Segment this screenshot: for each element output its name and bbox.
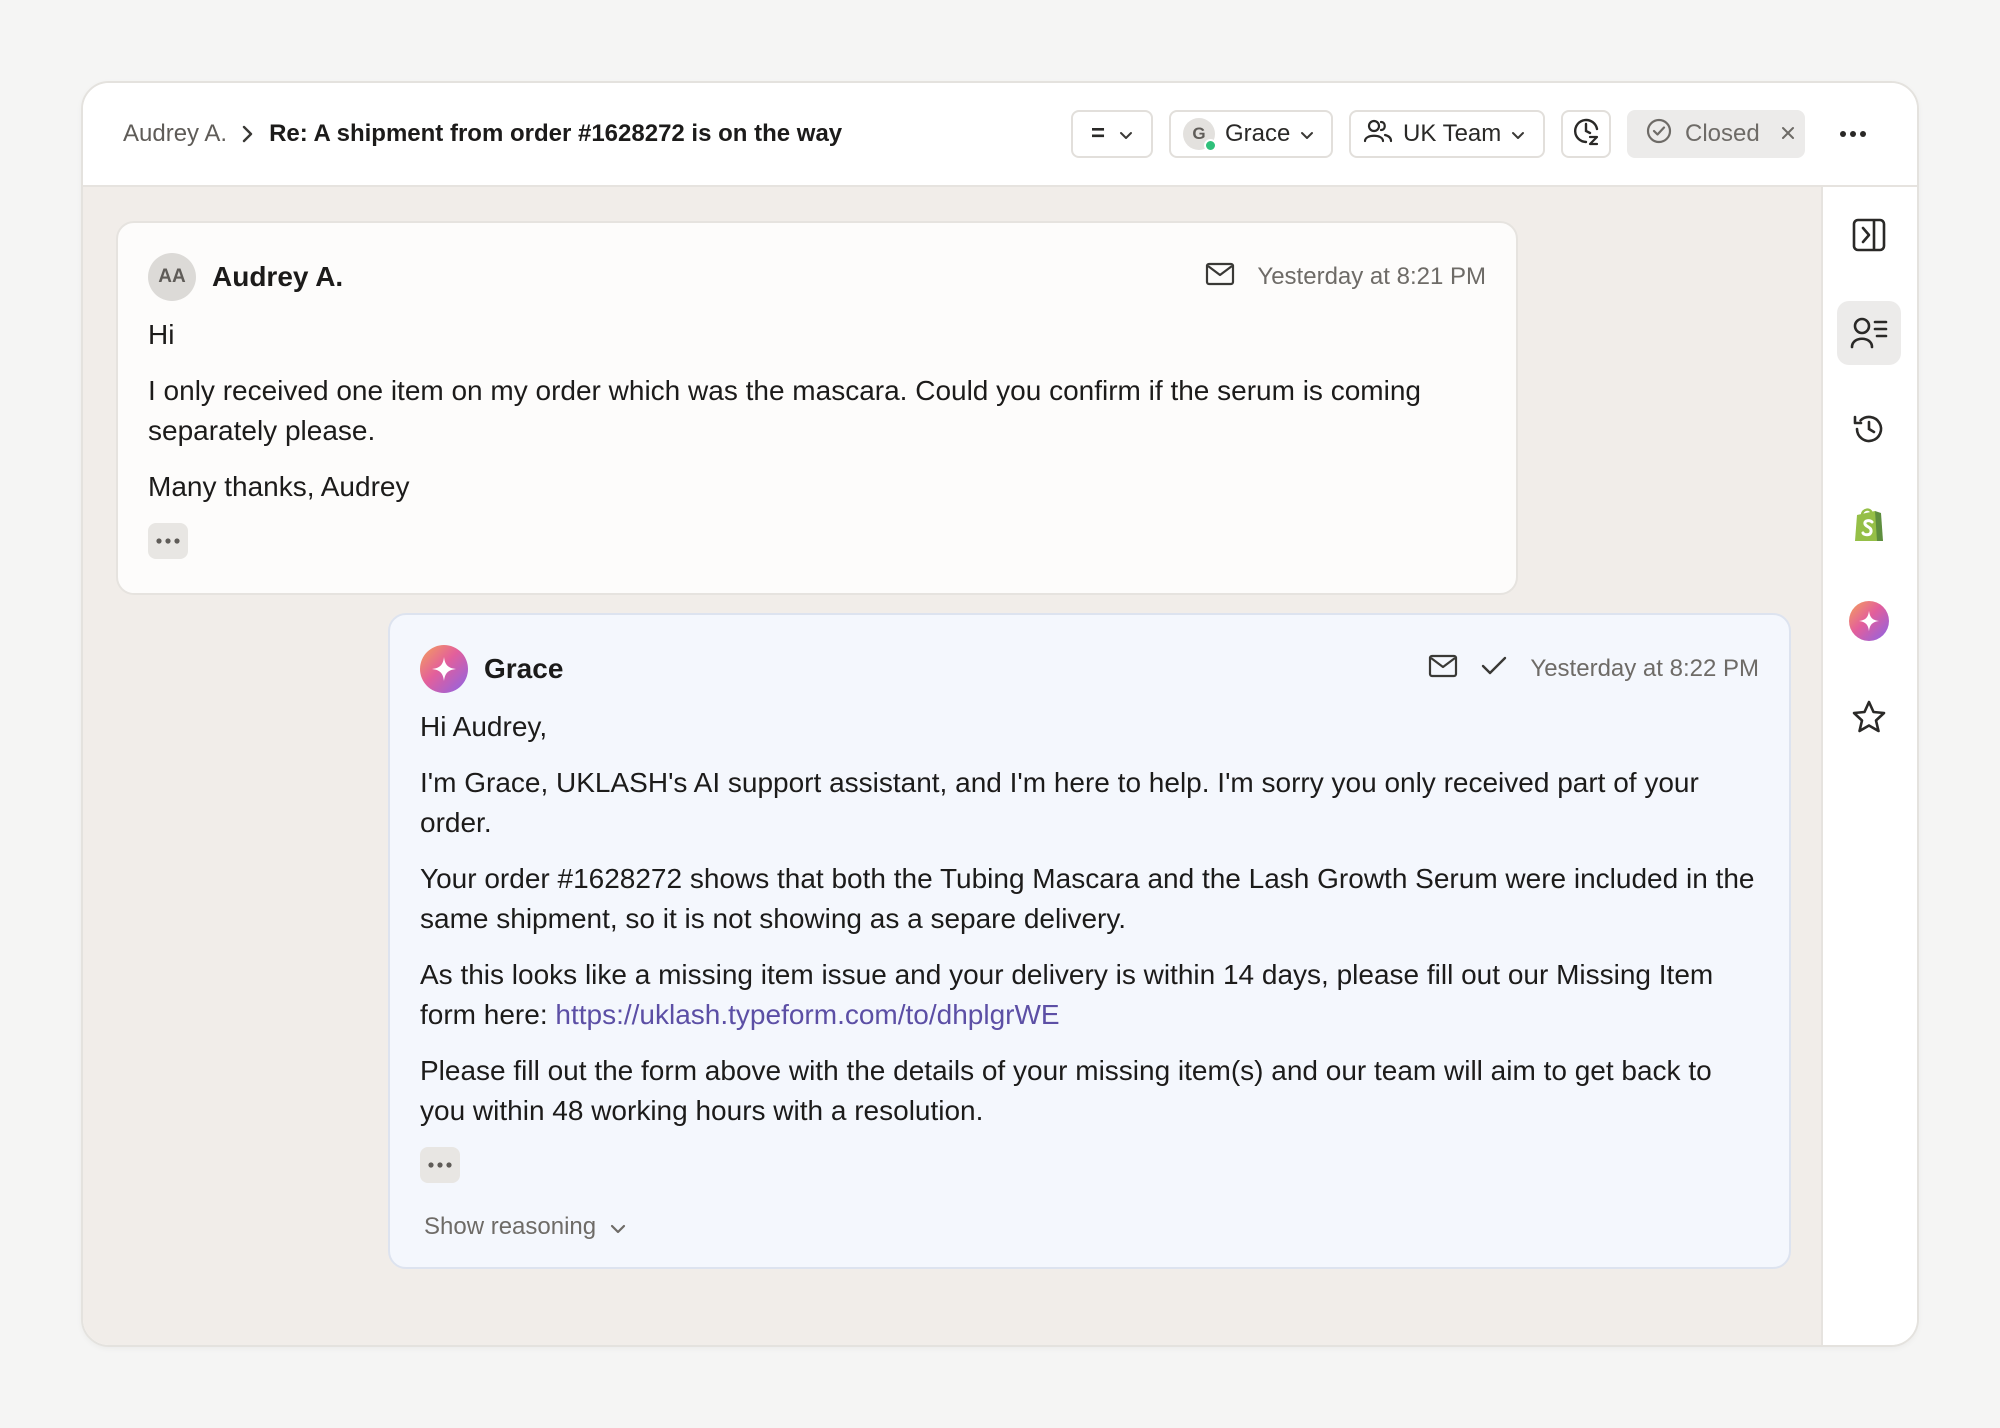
message-timestamp: Yesterday at 8:21 PM [1257, 263, 1486, 290]
show-reasoning-toggle[interactable]: Show reasoning [424, 1213, 626, 1241]
message-paragraph: Please fill out the form above with the … [420, 1055, 1712, 1126]
ticket-header: Audrey A. Re: A shipment from order #162… [83, 83, 1917, 187]
message-meta: Yesterday at 8:22 PM [1428, 654, 1759, 685]
snooze-clock-icon [1571, 116, 1601, 153]
ticket-title: Re: A shipment from order #1628272 is on… [269, 120, 843, 147]
star-icon [1852, 700, 1886, 733]
snooze-button[interactable] [1561, 110, 1611, 158]
check-icon [1480, 655, 1508, 684]
sparkle-icon [432, 657, 456, 681]
team-name: UK Team [1403, 120, 1502, 147]
favorite-button[interactable] [1837, 685, 1901, 749]
ai-avatar [420, 645, 468, 693]
ai-reply-message: Grace Yesterday at 8:22 PM Hi Audrey, I'… [388, 613, 1791, 1269]
message-paragraph: I'm Grace, UKLASH's AI support assistant… [420, 767, 1699, 838]
contact-details-button[interactable] [1837, 301, 1901, 365]
right-sidebar-rail [1821, 187, 1917, 1345]
status-label: Closed [1685, 120, 1760, 147]
chevron-down-icon [1119, 120, 1133, 148]
message-body: Hi I only received one item on my order … [148, 315, 1486, 559]
team-icon [1363, 118, 1393, 151]
expand-quoted-button[interactable] [148, 523, 188, 559]
contact-details-icon [1850, 317, 1888, 349]
message-body: Hi Audrey, I'm Grace, UKLASH's AI suppor… [420, 707, 1759, 1183]
breadcrumb-customer-link[interactable]: Audrey A. [123, 120, 227, 148]
expand-quoted-button[interactable] [420, 1147, 460, 1183]
message-timestamp: Yesterday at 8:22 PM [1530, 655, 1759, 682]
shopify-button[interactable] [1837, 493, 1901, 557]
history-button[interactable] [1837, 397, 1901, 461]
priority-value: = [1090, 120, 1105, 147]
sender-name: Audrey A. [212, 261, 344, 292]
chevron-down-icon [610, 1213, 626, 1241]
message-paragraph: Your order #1628272 shows that both the … [420, 863, 1755, 934]
assignee-initial: G [1192, 124, 1206, 143]
history-icon [1853, 415, 1883, 443]
message-meta: Yesterday at 8:21 PM [1205, 262, 1486, 293]
chevron-right-icon [241, 124, 255, 144]
conversation-thread[interactable]: AA Audrey A. Yesterday at 8:21 PM Hi I o… [83, 187, 1823, 1345]
more-options-button[interactable] [1829, 110, 1877, 158]
sidebar-toggle-icon [1852, 218, 1886, 252]
status-badge[interactable]: Closed [1627, 110, 1805, 158]
mail-icon [1205, 262, 1235, 293]
missing-item-form-link[interactable]: https://uklash.typeform.com/to/dhplgrWE [555, 999, 1059, 1030]
team-dropdown[interactable]: UK Team [1349, 110, 1545, 158]
message-header: Grace Yesterday at 8:22 PM [420, 645, 1759, 693]
close-icon[interactable] [1780, 120, 1796, 148]
message-paragraph: Hi Audrey, [420, 711, 548, 742]
message-paragraph: I only received one item on my order whi… [148, 375, 1421, 446]
priority-dropdown[interactable]: = [1071, 110, 1153, 158]
assignee-name: Grace [1225, 120, 1291, 147]
online-status-dot [1204, 139, 1217, 152]
shopify-icon [1855, 508, 1883, 541]
mail-icon [1428, 654, 1458, 685]
chevron-down-icon [1511, 120, 1525, 148]
more-horizontal-icon [1839, 125, 1867, 143]
assignee-avatar: G [1183, 118, 1217, 152]
message-paragraph: As this looks like a missing item issue … [420, 955, 1759, 1035]
ai-assistant-button[interactable] [1837, 589, 1901, 653]
message-header: AA Audrey A. Yesterday at 8:21 PM [148, 253, 1486, 301]
ticket-controls: = G Grace UK Team Closed [1071, 110, 1877, 158]
customer-message: AA Audrey A. Yesterday at 8:21 PM Hi I o… [116, 221, 1518, 595]
ai-sparkle-icon [1849, 601, 1889, 641]
assignee-dropdown[interactable]: G Grace [1169, 110, 1333, 158]
sidebar-toggle-button[interactable] [1837, 203, 1901, 267]
avatar: AA [148, 253, 196, 301]
check-circle-icon [1645, 117, 1673, 152]
ticket-window: Audrey A. Re: A shipment from order #162… [81, 81, 1919, 1347]
breadcrumb: Audrey A. Re: A shipment from order #162… [123, 120, 1071, 148]
message-paragraph: Many thanks, Audrey [148, 471, 410, 502]
message-paragraph: Hi [148, 319, 175, 350]
sender-name: Grace [484, 653, 564, 684]
show-reasoning-label: Show reasoning [424, 1213, 597, 1240]
chevron-down-icon [1300, 120, 1314, 148]
